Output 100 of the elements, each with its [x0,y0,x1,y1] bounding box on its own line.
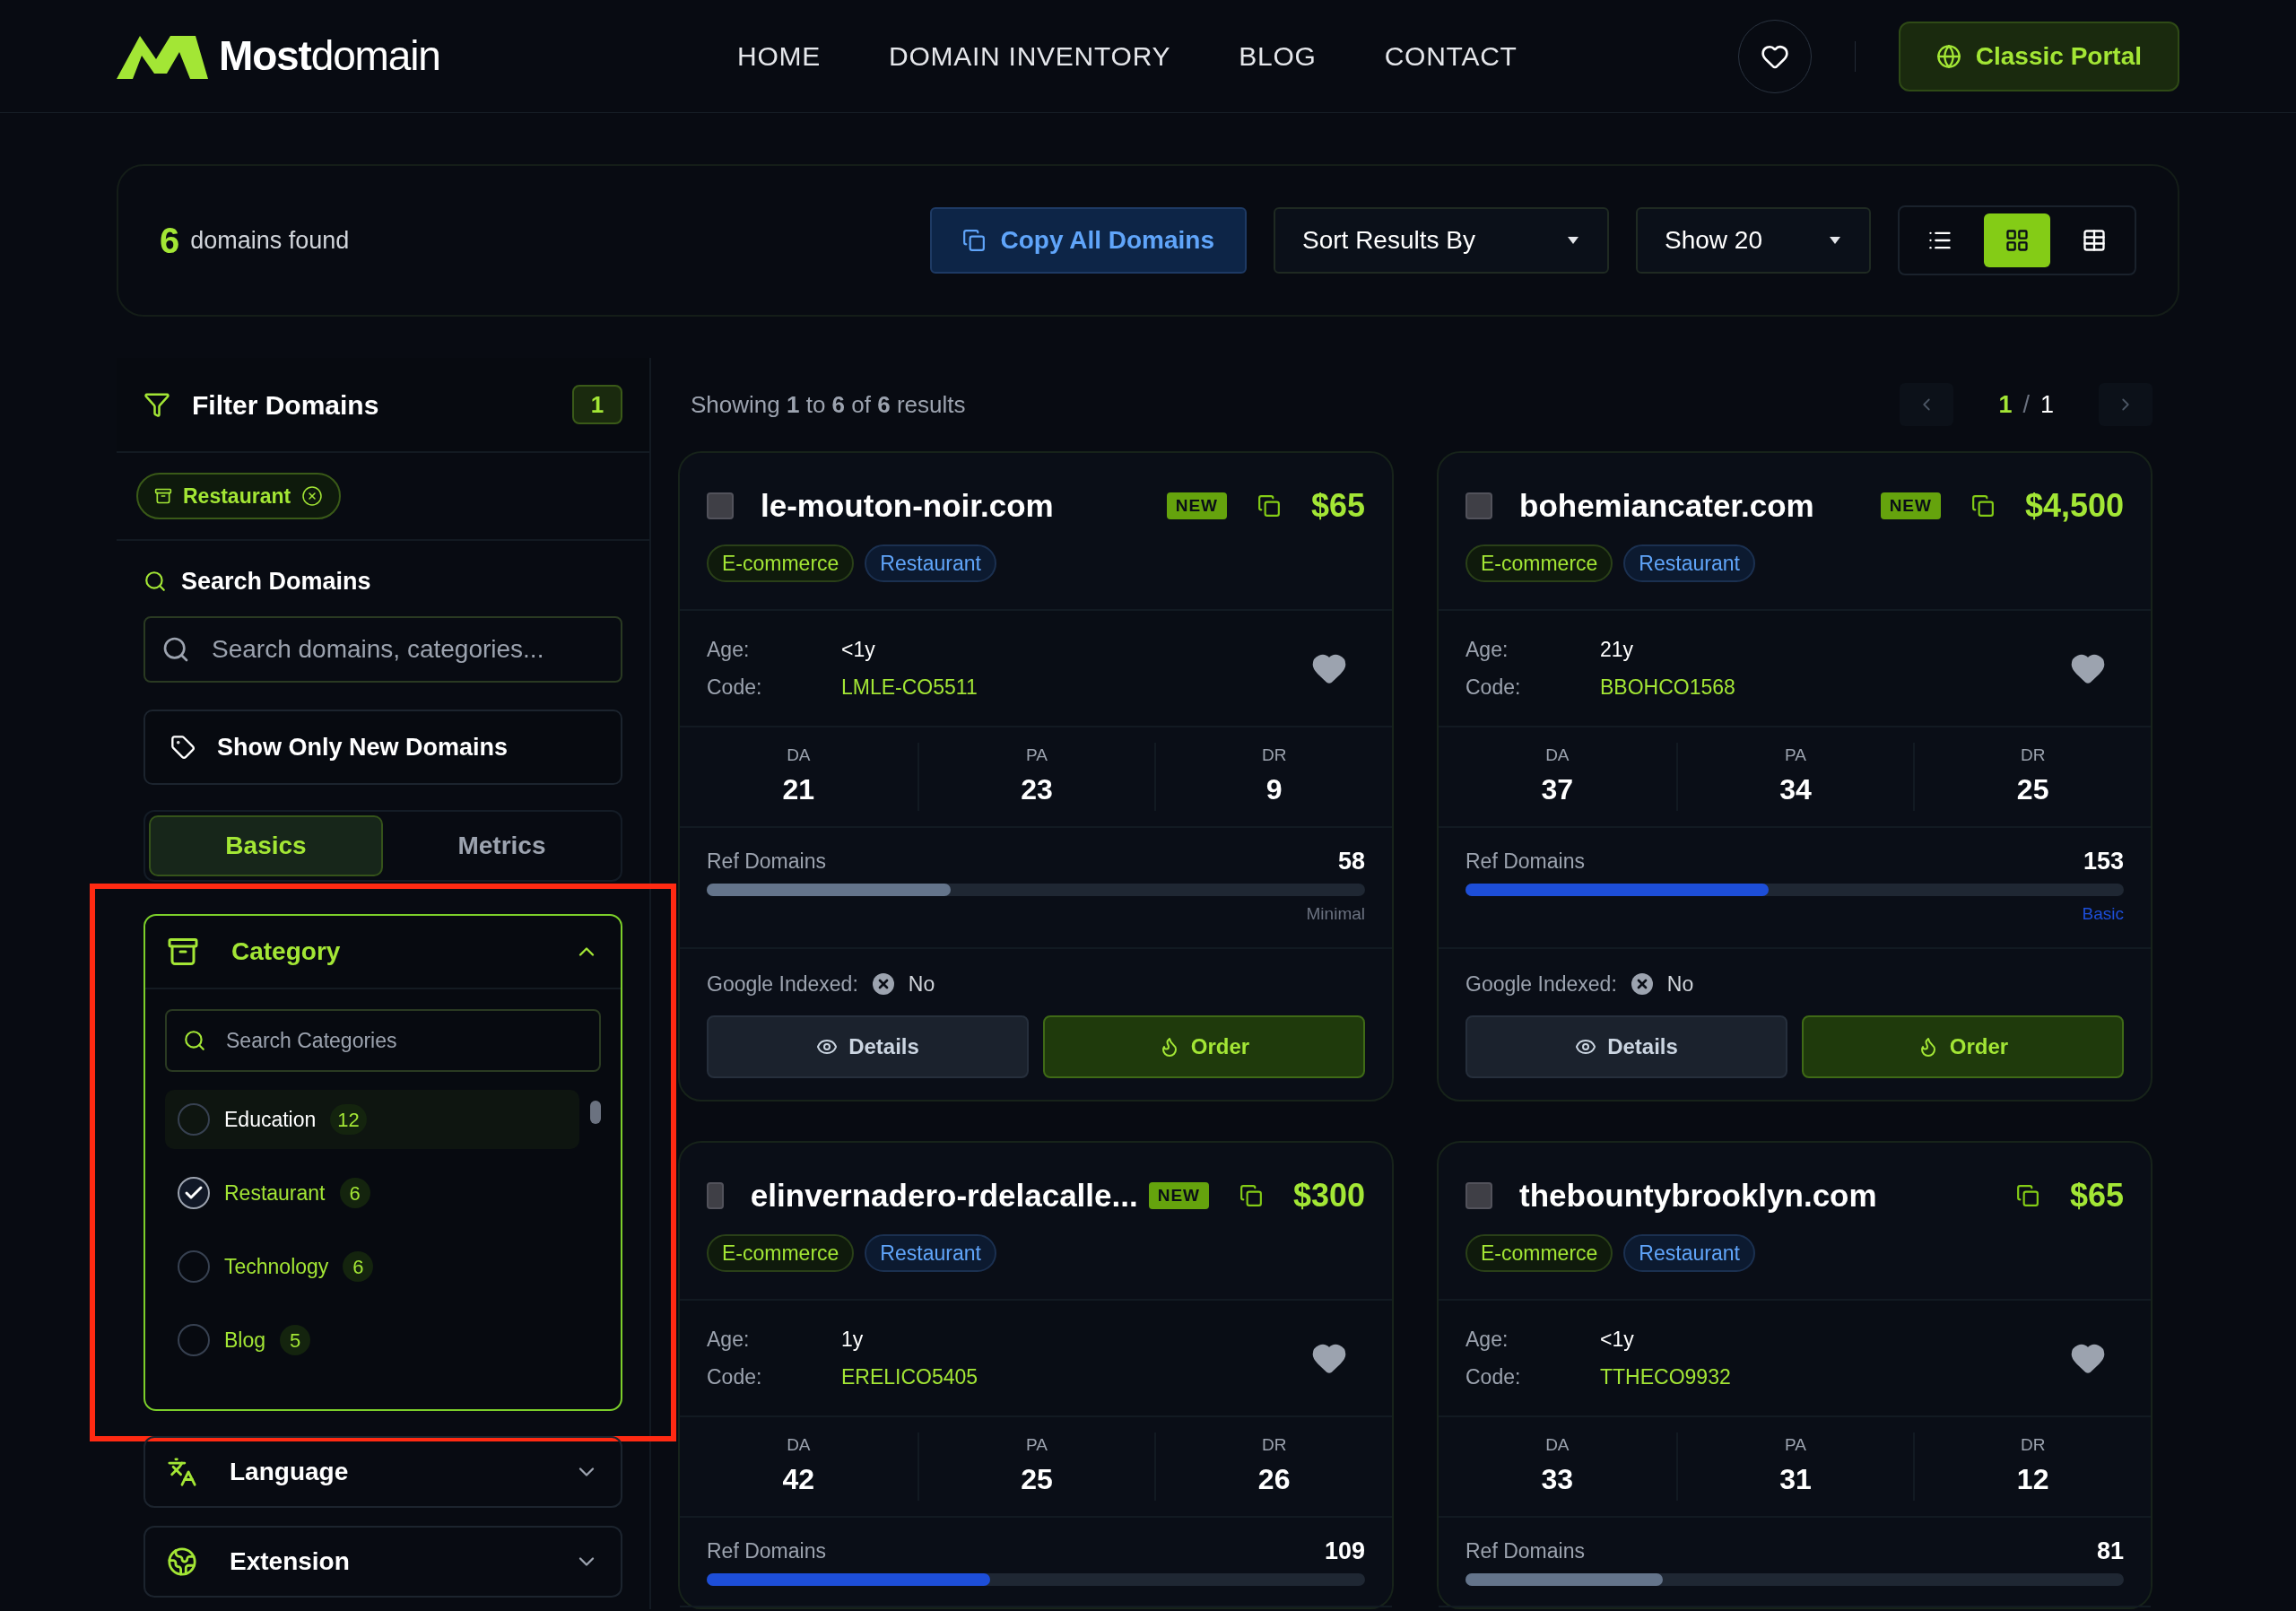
metric-label: DA [1545,744,1570,766]
indexed-label: Google Indexed: [707,971,858,997]
page-size-dropdown[interactable]: Show 20 [1636,207,1871,274]
field-value: <1y [841,636,876,663]
new-badge: NEW [1880,492,1941,519]
category-checkbox[interactable] [178,1103,210,1136]
current-page: 1 [1998,389,2013,420]
nav-link[interactable]: DOMAIN INVENTORY [889,36,1171,76]
indexed-value: No [1666,971,1694,997]
filter-section[interactable]: Extension [144,1526,622,1598]
search-icon [144,570,167,593]
active-filter-count: 1 [572,385,622,424]
metric-value: 12 [2016,1462,2049,1498]
active-filter-chip[interactable]: Restaurant [136,473,342,519]
domain-search-field[interactable]: Search domains, categories... [144,616,622,683]
category-tag: Restaurant [1623,1234,1755,1272]
nav-link[interactable]: CONTACT [1384,36,1518,76]
total-pages: 1 [2039,389,2054,420]
order-button[interactable]: Order [1043,1015,1365,1078]
field-label: Code: [707,675,763,701]
ref-domains-label: Ref Domains [707,1537,826,1564]
category-label: Education [224,1106,317,1133]
category-option[interactable]: Education 12 [165,1090,579,1149]
globe-icon [167,1546,197,1577]
new-domains-toggle[interactable]: Show Only New Domains [144,710,622,785]
details-button[interactable]: Details [1465,1015,1787,1078]
metric-value: 37 [1541,772,1574,808]
metric-label: DA [1545,1433,1570,1456]
field-label: Code: [1465,1364,1522,1390]
metric-label: DR [2020,1433,2046,1456]
sort-dropdown[interactable]: Sort Results By [1274,207,1609,274]
ref-domains-tier-label: Basic [2082,903,2124,925]
copy-icon[interactable] [1970,494,1995,518]
category-option[interactable]: Blog 5 [165,1311,579,1370]
select-checkbox[interactable] [1465,1182,1492,1209]
indexed-label: Google Indexed: [1465,971,1617,997]
select-checkbox[interactable] [707,1182,724,1209]
category-option[interactable]: Technology 6 [165,1237,579,1296]
section-title: Extension [230,1546,350,1577]
category-search-field[interactable]: Search Categories [165,1009,601,1072]
domain-name[interactable]: thebountybrooklyn.com [1519,1171,1877,1220]
ref-domains-tier-label: Minimal [1306,903,1365,925]
ref-domains-value: 153 [2083,846,2124,876]
table-icon [2082,228,2107,253]
copy-icon[interactable] [1239,1184,1263,1207]
domain-price: $4,500 [2024,486,2124,526]
field-value: 1y [841,1326,865,1353]
category-checkbox[interactable] [178,1250,210,1283]
nav-link[interactable]: BLOG [1239,36,1317,76]
caret-icon [1566,236,1580,245]
domain-name[interactable]: le-mouton-noir.com [761,482,1054,530]
category-label: Technology [224,1253,329,1280]
grid-view-button[interactable] [1984,213,2050,267]
page-separator: / [2022,389,2030,420]
copy-all-button[interactable]: Copy All Domains [930,207,1247,274]
order-button[interactable]: Order [1802,1015,2124,1078]
field-label: Age: [707,636,751,663]
search-icon [183,1029,206,1052]
nav-link[interactable]: HOME [737,36,821,76]
select-checkbox[interactable] [707,492,734,519]
details-button[interactable]: Details [707,1015,1029,1078]
copy-icon[interactable] [1257,494,1281,518]
metric-label: DR [1261,1433,1287,1456]
copy-icon[interactable] [2015,1184,2039,1207]
domain-name[interactable]: elinvernadero-rdelacalle... [750,1171,1138,1220]
ref-domains-label: Ref Domains [1465,1537,1585,1564]
category-title: Category [231,936,341,967]
brand-name: Mostdomain [219,31,440,81]
ref-domains-value: 109 [1324,1536,1365,1566]
category-icon [167,936,199,968]
scrollbar [590,1101,601,1124]
metric-value: 25 [2016,772,2049,808]
category-tag: Restaurant [865,1234,996,1272]
category-tag: Restaurant [1623,544,1755,582]
metric-value: 31 [1779,1462,1812,1498]
field-value: LMLE-CO5511 [841,675,978,701]
metric-label: DR [1261,744,1287,766]
domain-price: $300 [1292,1176,1365,1215]
category-checkbox[interactable] [178,1177,210,1209]
category-count: 5 [280,1325,311,1355]
metric-value: 25 [1021,1462,1053,1498]
category-checkbox[interactable] [178,1324,210,1356]
category-option[interactable]: Restaurant 6 [165,1163,579,1223]
metric-label: PA [1026,744,1048,766]
category-label: Restaurant [224,1180,326,1206]
field-value: TTHECO9932 [1600,1364,1731,1390]
new-badge: NEW [1148,1182,1209,1209]
metric-label: PA [1785,744,1806,766]
result-count: 6 [160,220,180,262]
ref-domains-label: Ref Domains [707,848,826,875]
classic-portal-button[interactable]: Classic Portal [1898,21,2179,91]
filter-tab[interactable]: Metrics [387,815,617,876]
indexed-value: No [908,971,935,997]
select-checkbox[interactable] [1465,492,1492,519]
ref-domains-value: 81 [2096,1536,2124,1566]
filter-section[interactable]: Language [144,1436,622,1508]
remove-icon[interactable] [301,485,324,507]
filter-tab[interactable]: Basics [149,815,383,876]
search-title: Search Domains [181,566,371,597]
domain-name[interactable]: bohemiancater.com [1519,482,1814,530]
